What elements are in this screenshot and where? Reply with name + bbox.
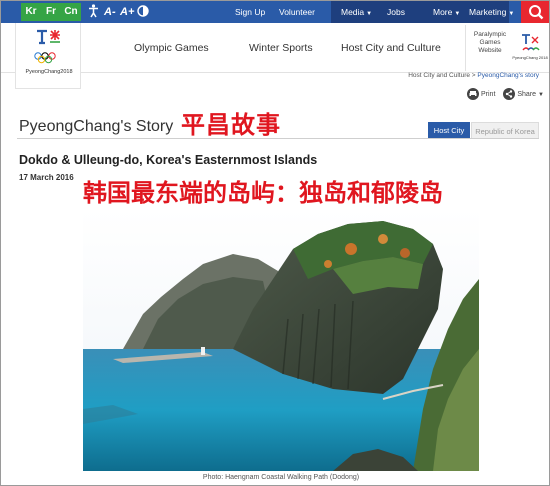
chevron-down-icon: ▼ [366,11,373,17]
breadcrumb-current[interactable]: PyeongChang's story [477,72,539,79]
contrast-icon[interactable] [137,4,149,23]
print-button[interactable]: Print [467,88,497,100]
sign-up-link[interactable]: Sign Up [235,1,265,23]
paralympic-link[interactable]: Paralympic Games Website PyeongChang 201… [465,25,549,71]
accessibility-icon[interactable] [87,4,100,23]
marketing-menu-label: Marketing [469,7,507,17]
tab-republic-of-korea[interactable]: Republic of Korea [471,122,539,139]
section-divider [17,138,539,139]
pyeongchang-logo[interactable]: PyeongChang2018 [15,23,81,89]
chevron-down-icon: ▼ [454,11,461,17]
language-french-button[interactable]: Fr [41,3,61,21]
section-title: PyeongChang's Story [19,118,174,135]
more-menu[interactable]: More ▼ [433,1,460,25]
share-button[interactable]: Share ▼ [503,88,544,100]
logo-text: PyeongChang2018 [25,69,73,75]
text-decrease-button[interactable]: A- [104,4,116,20]
search-button[interactable] [521,1,549,23]
media-menu[interactable]: Media ▼ [341,1,372,25]
marketing-menu[interactable]: Marketing ▼ [469,1,514,25]
chevron-down-icon: ▼ [538,91,544,98]
search-icon [529,5,544,20]
breadcrumb-separator: > [471,72,476,79]
utility-bar: Kr Fr Cn A- A+ Sign Up Volunteer Media ▼ … [1,1,549,25]
tab-host-city[interactable]: Host City [428,122,470,139]
share-label: Share [517,90,537,98]
chevron-down-icon: ▼ [508,11,515,17]
article-photo [83,209,479,471]
paralympic-emblem-icon [522,34,540,51]
jobs-link[interactable]: Jobs [387,1,405,23]
article-title-chinese-overlay: 韩国最东端的岛屿：独岛和郁陵岛 [83,179,443,207]
volunteer-link[interactable]: Volunteer [279,1,315,23]
breadcrumb-parent[interactable]: Host City and Culture [408,72,470,79]
nav-host-city-culture[interactable]: Host City and Culture [341,42,441,54]
media-menu-label: Media [341,7,365,17]
nav-winter-sports[interactable]: Winter Sports [249,42,313,54]
paralympic-link-label: Paralympic Games Website [473,31,507,54]
print-icon [467,88,479,100]
print-label: Print [481,90,496,98]
more-menu-label: More [433,7,453,17]
photo-caption: Photo: Haengnam Coastal Walking Path (Do… [202,474,360,481]
pyeongchang-emblem-icon [34,29,60,64]
article-title: Dokdo & Ulleung-do, Korea's Easternmost … [19,153,318,167]
paralympic-logo-text: PyeongChang 2018 [512,55,548,60]
text-increase-button[interactable]: A+ [120,4,134,20]
share-icon [503,88,516,100]
page-frame: Kr Fr Cn A- A+ Sign Up Volunteer Media ▼ … [0,0,550,486]
main-header: PyeongChang2018 Olympic Games Winter Spo… [1,23,549,89]
language-korean-button[interactable]: Kr [21,3,41,21]
nav-olympic-games[interactable]: Olympic Games [134,42,209,54]
article-date: 17 March 2016 [19,173,74,182]
breadcrumb: Host City and Culture > PyeongChang's st… [408,72,539,79]
page-tools: Print Share ▼ [467,88,544,100]
language-chinese-button[interactable]: Cn [61,3,81,21]
section-title-chinese-overlay: 平昌故事 [181,111,281,139]
